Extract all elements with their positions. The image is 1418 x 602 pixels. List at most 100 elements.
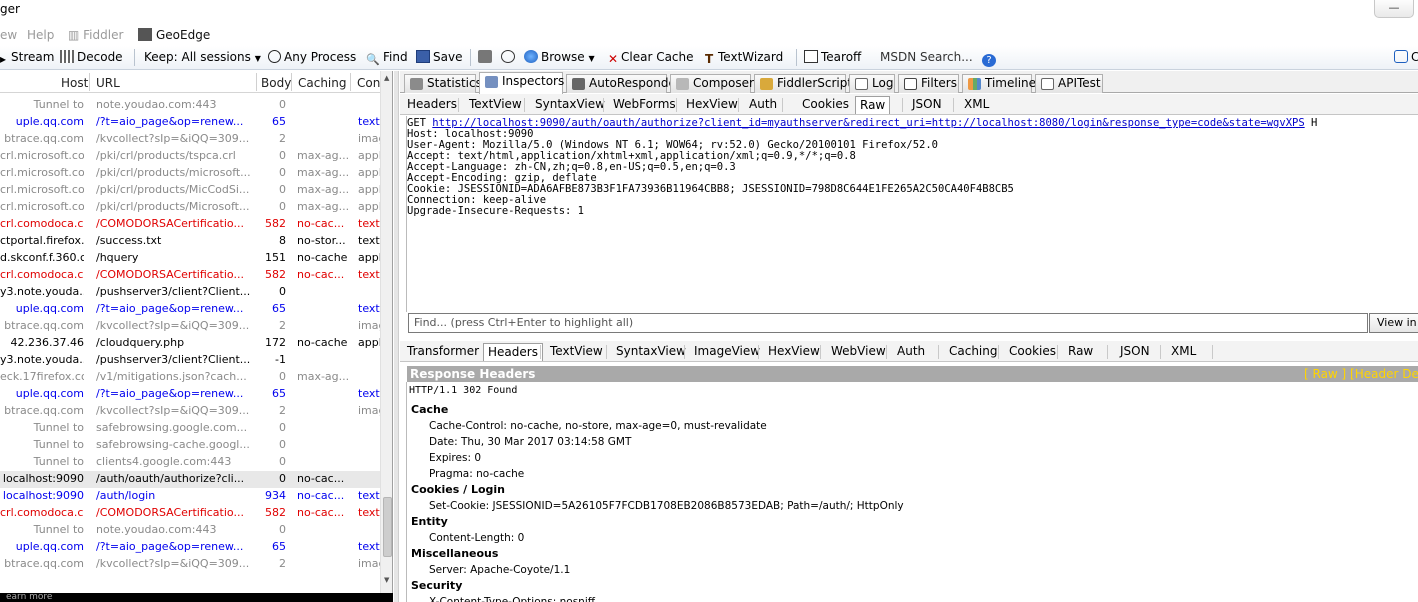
- session-row[interactable]: Tunnel to clients4.google.com:443 0: [0, 454, 380, 471]
- session-row[interactable]: btrace.qq.com/kvcollect?sIp=&iQQ=309... 2…: [0, 556, 380, 573]
- session-row[interactable]: btrace.qq.com/kvcollect?sIp=&iQQ=309... 2…: [0, 131, 380, 148]
- textwizard-button[interactable]: T TextWizard: [705, 50, 783, 66]
- scroll-down-icon[interactable]: ▼: [384, 576, 389, 584]
- scrollbar-thumb[interactable]: [383, 497, 392, 557]
- session-row[interactable]: uple.qq.com /?t=aio_page&op=renew... 65 tex…: [0, 386, 380, 403]
- session-row[interactable]: ctportal.firefox... /success.txt 8 no-stor.…: [0, 233, 380, 250]
- session-row[interactable]: localhost:9090/auth/login 934 no-cac... tex…: [0, 488, 380, 505]
- tab-timeline[interactable]: Timeline: [962, 74, 1036, 93]
- header-group[interactable]: Cache: [411, 402, 1411, 418]
- tab-inspectors[interactable]: Inspectors: [479, 72, 564, 94]
- menu-help[interactable]: Help: [27, 28, 54, 42]
- tab-statistics[interactable]: Statistics: [404, 74, 482, 93]
- scroll-up-icon[interactable]: ▲: [384, 74, 389, 82]
- header-item[interactable]: Cache-Control: no-cache, no-store, max-a…: [411, 418, 1411, 434]
- session-row[interactable]: d.skconf.f.360.cn/hquery 151 no-cache appl: [0, 250, 380, 267]
- save-button[interactable]: Save: [416, 50, 462, 64]
- session-row[interactable]: Tunnel to safebrowsing-cache.googl... 0: [0, 437, 380, 454]
- tab-fiddlerscript[interactable]: FiddlerScript: [754, 74, 852, 93]
- session-row[interactable]: crl.microsoft.com/pki/crl/products/tspca…: [0, 148, 380, 165]
- find-button[interactable]: 🔍 Find: [366, 50, 408, 66]
- session-row[interactable]: crl.comodoca.com/COMODORSACertificatio..…: [0, 267, 380, 284]
- session-row[interactable]: uple.qq.com /?t=aio_page&op=renew... 65 tex…: [0, 114, 380, 131]
- req-tab-json[interactable]: JSON: [912, 97, 942, 111]
- session-row[interactable]: eck.17firefox.com/v1/mitigations.json?ca…: [0, 369, 380, 386]
- resp-tab-hexview[interactable]: HexView: [768, 344, 820, 358]
- tab-log[interactable]: Log: [849, 74, 895, 93]
- header-item[interactable]: Content-Length: 0: [411, 530, 1411, 546]
- req-tab-raw[interactable]: Raw: [855, 96, 891, 114]
- session-row[interactable]: crl.microsoft.com/pki/crl/products/Micro…: [0, 199, 380, 216]
- keep-sessions-dropdown[interactable]: Keep: All sessions ▼: [144, 50, 261, 64]
- column-caching[interactable]: Caching: [298, 76, 347, 90]
- req-tab-auth[interactable]: Auth: [749, 97, 777, 111]
- column-host[interactable]: Host: [61, 76, 88, 90]
- session-row[interactable]: crl.microsoft.com/pki/crl/products/micro…: [0, 165, 380, 182]
- column-url[interactable]: URL: [96, 76, 120, 90]
- header-item[interactable]: X-Content-Type-Options: nosniff: [411, 594, 1411, 602]
- resp-tab-transformer[interactable]: Transformer: [407, 344, 479, 358]
- req-tab-headers[interactable]: Headers: [407, 97, 457, 111]
- session-row[interactable]: crl.microsoft.com/pki/crl/products/MicCo…: [0, 182, 380, 199]
- header-group[interactable]: Cookies / Login: [411, 482, 1411, 498]
- decode-button[interactable]: Decode: [60, 50, 123, 64]
- resp-tab-auth[interactable]: Auth: [897, 344, 925, 358]
- request-url-link[interactable]: http://localhost:9090/auth/oauth/authori…: [432, 118, 1304, 129]
- req-tab-syntaxview[interactable]: SyntaxView: [535, 97, 605, 111]
- header-group[interactable]: Entity: [411, 514, 1411, 530]
- header-item[interactable]: Pragma: no-cache: [411, 466, 1411, 482]
- menu-fiddler[interactable]: ▥ Fiddler: [68, 28, 123, 42]
- window-control-button[interactable]: —: [1374, 0, 1414, 18]
- menu-geoedge[interactable]: GeoEdge: [138, 28, 210, 42]
- header-item[interactable]: Server: Apache-Coyote/1.1: [411, 562, 1411, 578]
- help-button[interactable]: ?: [982, 50, 999, 67]
- quickexec-bar[interactable]: earn more: [0, 593, 393, 602]
- header-group[interactable]: Miscellaneous: [411, 546, 1411, 562]
- raw-request-text[interactable]: GET http://localhost:9090/auth/oauth/aut…: [407, 118, 1418, 311]
- session-row[interactable]: y3.note.youda... /pushserver3/client?Clie…: [0, 284, 380, 301]
- resp-tab-cookies[interactable]: Cookies: [1009, 344, 1056, 358]
- req-tab-xml[interactable]: XML: [964, 97, 989, 111]
- header-group[interactable]: Security: [411, 578, 1411, 594]
- view-in-notepad-button[interactable]: View in N: [1369, 313, 1418, 333]
- resp-tab-xml[interactable]: XML: [1171, 344, 1196, 358]
- column-body[interactable]: Body: [261, 76, 291, 90]
- browse-button[interactable]: Browse ▼: [524, 50, 595, 64]
- tab-composer[interactable]: Composer: [670, 74, 754, 93]
- session-row[interactable]: localhost:9090/auth/oauth/authorize?cli.…: [0, 471, 380, 488]
- clear-cache-button[interactable]: ✕ Clear Cache: [608, 50, 694, 66]
- resp-tab-syntaxview[interactable]: SyntaxView: [616, 344, 686, 358]
- session-row[interactable]: uple.qq.com /?t=aio_page&op=renew... 65 tex…: [0, 301, 380, 318]
- session-row[interactable]: btrace.qq.com/kvcollect?sIp=&iQQ=309... 2…: [0, 318, 380, 335]
- raw-header-definitions-links[interactable]: [ Raw ] [Header Def: [1304, 367, 1418, 381]
- session-row[interactable]: crl.comodoca.com/COMODORSACertificatio..…: [0, 216, 380, 233]
- session-row[interactable]: y3.note.youda... /pushserver3/client?Clie…: [0, 352, 380, 369]
- tab-filters[interactable]: Filters: [898, 74, 959, 93]
- session-row[interactable]: uple.qq.com /?t=aio_page&op=renew... 65 tex…: [0, 539, 380, 556]
- session-row[interactable]: btrace.qq.com/kvcollect?sIp=&iQQ=309... 2…: [0, 403, 380, 420]
- pane-splitter[interactable]: [394, 71, 399, 602]
- menu-view[interactable]: ew: [0, 28, 17, 42]
- tearoff-button[interactable]: Tearoff: [804, 50, 861, 64]
- session-list-scrollbar[interactable]: ▲ ▼: [380, 71, 392, 602]
- any-process-button[interactable]: Any Process: [268, 50, 356, 64]
- tab-apitest[interactable]: APITest: [1035, 74, 1103, 93]
- req-tab-hexview[interactable]: HexView: [686, 97, 738, 111]
- resp-tab-json[interactable]: JSON: [1120, 344, 1150, 358]
- msdn-search-input[interactable]: MSDN Search...: [880, 50, 973, 64]
- session-row[interactable]: Tunnel to note.youdao.com:443 0: [0, 522, 380, 539]
- stream-button[interactable]: ▸ Stream: [0, 50, 54, 66]
- req-tab-cookies[interactable]: Cookies: [802, 97, 849, 111]
- header-item[interactable]: Set-Cookie: JSESSIONID=5A26105F7FCDB1708…: [411, 498, 1411, 514]
- req-tab-textview[interactable]: TextView: [469, 97, 522, 111]
- resp-tab-textview[interactable]: TextView: [550, 344, 603, 358]
- column-content-type[interactable]: Con: [357, 76, 380, 90]
- session-row[interactable]: Tunnel to safebrowsing.google.com... 0: [0, 420, 380, 437]
- header-item[interactable]: Date: Thu, 30 Mar 2017 03:14:58 GMT: [411, 434, 1411, 450]
- find-input[interactable]: Find... (press Ctrl+Enter to highlight a…: [408, 313, 1368, 333]
- req-tab-webforms[interactable]: WebForms: [613, 97, 676, 111]
- resp-tab-caching[interactable]: Caching: [949, 344, 998, 358]
- resp-tab-webview[interactable]: WebView: [831, 344, 886, 358]
- session-row[interactable]: 42.236.37.46/cloudquery.php 172 no-cache ap…: [0, 335, 380, 352]
- header-item[interactable]: Expires: 0: [411, 450, 1411, 466]
